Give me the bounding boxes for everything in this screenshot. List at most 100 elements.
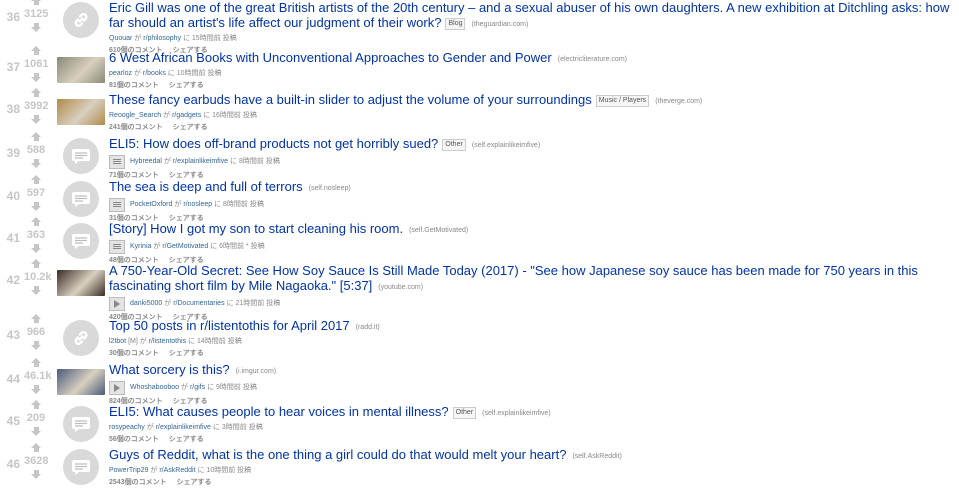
post-subreddit[interactable]: r/gadgets xyxy=(172,112,201,119)
expand-video-icon[interactable] xyxy=(109,381,125,395)
upvote-arrow-icon[interactable] xyxy=(30,88,42,97)
thumbnail-image[interactable] xyxy=(57,52,105,88)
downvote-arrow-icon[interactable] xyxy=(30,341,42,350)
post-subreddit[interactable]: r/nosleep xyxy=(183,201,212,208)
post-row: 42 10.2k A 750-Year-Old Secret: See How … xyxy=(0,259,959,321)
upvote-arrow-icon[interactable] xyxy=(30,314,42,323)
post-title-link[interactable]: ELI5: How does off-brand products not ge… xyxy=(109,136,438,151)
post-domain[interactable]: (self.explainlikeimfive) xyxy=(472,142,540,149)
share-button[interactable]: シェアする xyxy=(169,436,204,443)
downvote-arrow-icon[interactable] xyxy=(30,286,42,295)
post-author[interactable]: Quouar xyxy=(109,35,132,42)
thumbnail-self[interactable] xyxy=(57,181,105,217)
upvote-arrow-icon[interactable] xyxy=(30,400,42,409)
upvote-arrow-icon[interactable] xyxy=(30,217,42,226)
downvote-arrow-icon[interactable] xyxy=(30,159,42,168)
thumbnail-link[interactable] xyxy=(57,320,105,356)
post-author[interactable]: Kyrinia xyxy=(130,243,151,250)
comments-link[interactable]: 81個のコメント xyxy=(109,82,159,89)
post-title-link[interactable]: The sea is deep and full of terrors xyxy=(109,179,303,194)
upvote-arrow-icon[interactable] xyxy=(30,358,42,367)
post-author[interactable]: pearloz xyxy=(109,70,132,77)
upvote-arrow-icon[interactable] xyxy=(30,132,42,141)
post-subreddit[interactable]: r/listentothis xyxy=(149,338,186,345)
post-title-link[interactable]: What sorcery is this? xyxy=(109,362,230,377)
post-title-link[interactable]: 6 West African Books with Unconventional… xyxy=(109,50,552,65)
post-domain[interactable]: (radd.it) xyxy=(356,324,380,331)
post-author[interactable]: l2tbot xyxy=(109,338,126,345)
comments-link[interactable]: 71個のコメント xyxy=(109,172,159,179)
post-subreddit[interactable]: r/GetMotivated xyxy=(162,243,208,250)
post-domain[interactable]: (self.AskReddit) xyxy=(572,453,621,460)
expand-text-icon[interactable] xyxy=(109,155,125,169)
by-label: が xyxy=(139,338,147,345)
post-body: ELI5: How does off-brand products not ge… xyxy=(109,136,954,181)
post-domain[interactable]: (i.imgur.com) xyxy=(236,368,276,375)
downvote-arrow-icon[interactable] xyxy=(30,385,42,394)
share-button[interactable]: シェアする xyxy=(173,124,208,131)
share-button[interactable]: シェアする xyxy=(169,82,204,89)
upvote-arrow-icon[interactable] xyxy=(30,259,42,268)
self-post-icon xyxy=(63,406,99,442)
post-author[interactable]: Reoogle_Search xyxy=(109,112,161,119)
post-title-link[interactable]: Top 50 posts in r/listentothis for April… xyxy=(109,318,350,333)
post-subreddit[interactable]: r/explainlikeimfive xyxy=(173,158,228,165)
downvote-arrow-icon[interactable] xyxy=(30,115,42,124)
post-title-link[interactable]: Eric Gill was one of the great British a… xyxy=(109,0,949,30)
upvote-arrow-icon[interactable] xyxy=(30,443,42,452)
post-domain[interactable]: (self.GetMotivated) xyxy=(409,227,468,234)
post-title-link[interactable]: Guys of Reddit, what is the one thing a … xyxy=(109,447,566,462)
upvote-arrow-icon[interactable] xyxy=(30,0,42,5)
comments-link[interactable]: 56個のコメント xyxy=(109,436,159,443)
thumbnail-image[interactable] xyxy=(57,265,105,301)
thumbnail-self[interactable] xyxy=(57,138,105,174)
post-score: 3628 xyxy=(24,455,49,467)
expand-video-icon[interactable] xyxy=(109,297,125,311)
share-button[interactable]: シェアする xyxy=(169,350,204,357)
post-subreddit[interactable]: r/AskReddit xyxy=(159,467,195,474)
post-author[interactable]: rosypeachy xyxy=(109,424,145,431)
post-domain[interactable]: (theguardian.com) xyxy=(471,21,528,28)
expand-text-icon[interactable] xyxy=(109,198,125,212)
downvote-arrow-icon[interactable] xyxy=(30,202,42,211)
post-title-link[interactable]: These fancy earbuds have a built-in slid… xyxy=(109,92,592,107)
post-domain[interactable]: (self.nosleep) xyxy=(309,185,351,192)
thumbnail-image[interactable] xyxy=(57,94,105,130)
post-subreddit[interactable]: r/books xyxy=(143,70,166,77)
downvote-arrow-icon[interactable] xyxy=(30,244,42,253)
downvote-arrow-icon[interactable] xyxy=(30,23,42,32)
comments-link[interactable]: 241個のコメント xyxy=(109,124,163,131)
post-domain[interactable]: (youtube.com) xyxy=(378,284,423,291)
post-title-link[interactable]: A 750-Year-Old Secret: See How Soy Sauce… xyxy=(109,263,918,293)
thumbnail-image[interactable] xyxy=(57,364,105,400)
upvote-arrow-icon[interactable] xyxy=(30,175,42,184)
post-subreddit[interactable]: r/Documentaries xyxy=(173,300,224,307)
post-domain[interactable]: (electricliterature.com) xyxy=(558,56,627,63)
post-author[interactable]: PocketOxford xyxy=(130,201,172,208)
post-row: 45 209 ELI5: What causes people to hear … xyxy=(0,400,959,448)
post-author[interactable]: Whoshabooboo xyxy=(130,384,179,391)
comments-link[interactable]: 2543個のコメント xyxy=(109,479,167,486)
post-title-link[interactable]: [Story] How I got my son to start cleani… xyxy=(109,221,403,236)
post-subreddit[interactable]: r/philosophy xyxy=(143,35,181,42)
thumbnail-self[interactable] xyxy=(57,449,105,485)
post-author[interactable]: PowerTrip29 xyxy=(109,467,148,474)
share-button[interactable]: シェアする xyxy=(169,172,204,179)
upvote-arrow-icon[interactable] xyxy=(30,46,42,55)
post-subreddit[interactable]: r/explainlikeimfive xyxy=(156,424,211,431)
thumbnail-self[interactable] xyxy=(57,223,105,259)
downvote-arrow-icon[interactable] xyxy=(30,470,42,479)
expand-text-icon[interactable] xyxy=(109,240,125,254)
post-subreddit[interactable]: r/gifs xyxy=(190,384,205,391)
comments-link[interactable]: 30個のコメント xyxy=(109,350,159,357)
thumbnail-link[interactable] xyxy=(57,2,105,38)
downvote-arrow-icon[interactable] xyxy=(30,73,42,82)
post-author[interactable]: Hybreedal xyxy=(130,158,162,165)
downvote-arrow-icon[interactable] xyxy=(30,427,42,436)
post-title-link[interactable]: ELI5: What causes people to hear voices … xyxy=(109,404,449,419)
post-domain[interactable]: (theverge.com) xyxy=(655,98,702,105)
post-domain[interactable]: (self.explainlikeimfive) xyxy=(482,410,550,417)
post-author[interactable]: danki5000 xyxy=(130,300,162,307)
share-button[interactable]: シェアする xyxy=(177,479,212,486)
thumbnail-self[interactable] xyxy=(57,406,105,442)
